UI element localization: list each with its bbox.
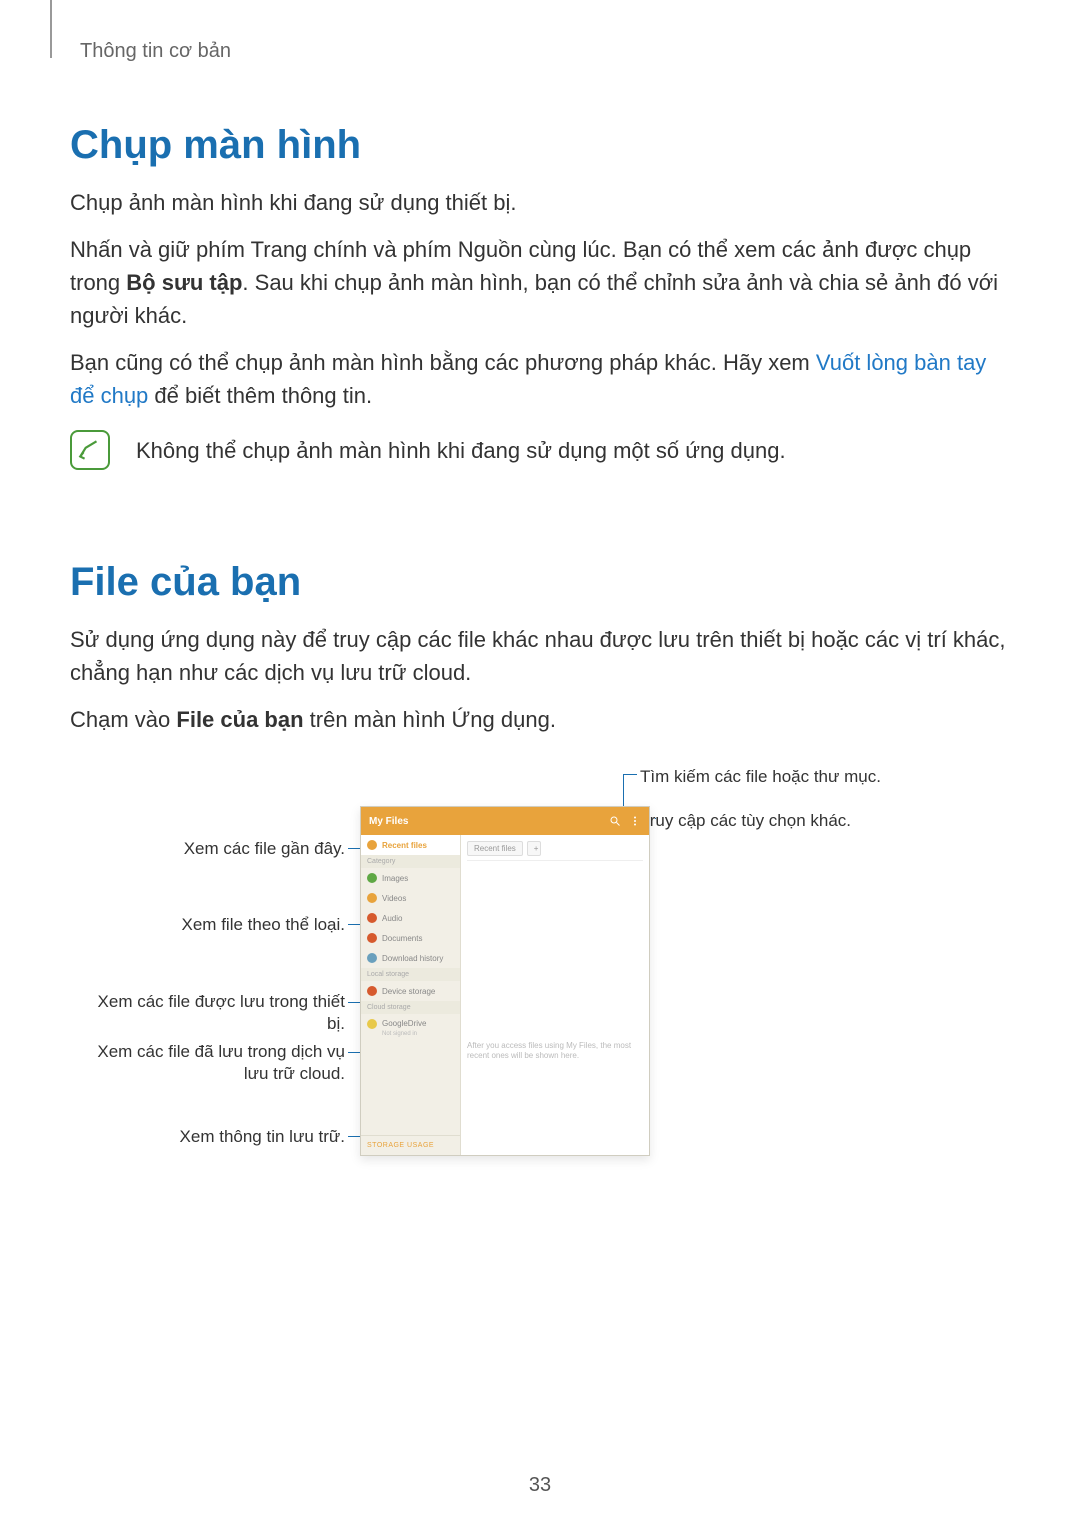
- device-tabs: Recent files +: [467, 841, 643, 861]
- sidebar-item-label: Images: [382, 874, 408, 883]
- text: để biết thêm thông tin.: [148, 383, 372, 408]
- callout-storage-usage: Xem thông tin lưu trữ.: [90, 1126, 345, 1148]
- document-icon: [367, 933, 377, 943]
- callout-more-options: Truy cập các tùy chọn khác.: [640, 810, 970, 832]
- tab-add[interactable]: +: [527, 841, 541, 856]
- page-corner-bar: [50, 0, 52, 58]
- page-number: 33: [0, 1474, 1080, 1497]
- sidebar-section-cloud: Cloud storage: [361, 1001, 460, 1014]
- device-screenshot: My Files Recent files Category Images: [360, 806, 650, 1156]
- main-placeholder-text: After you access files using My Files, t…: [467, 1041, 643, 1062]
- sidebar-item-label: GoogleDrive Not signed in: [382, 1019, 426, 1037]
- clock-icon: [367, 840, 377, 850]
- sidebar-section-category: Category: [361, 855, 460, 868]
- note-icon: [70, 430, 110, 470]
- device-main-panel: Recent files + After you access files us…: [461, 835, 649, 1155]
- sidebar-item-label: Audio: [382, 914, 402, 923]
- app-title: My Files: [369, 816, 408, 827]
- bold-text: File của bạn: [176, 707, 303, 732]
- sidebar-item-device-storage[interactable]: Device storage: [361, 981, 460, 1001]
- callout-recent-files: Xem các file gần đây.: [90, 838, 345, 860]
- heading-myfiles: File của bạn: [70, 560, 1010, 605]
- sidebar-item-label: Videos: [382, 894, 406, 903]
- sidebar-item-recent[interactable]: Recent files: [361, 835, 460, 855]
- breadcrumb: Thông tin cơ bản: [80, 40, 1010, 63]
- more-options-icon[interactable]: [629, 815, 641, 827]
- callout-cloud-storage: Xem các file đã lưu trong dịch vụ lưu tr…: [90, 1041, 345, 1085]
- device-header: My Files: [361, 807, 649, 835]
- paragraph: Chạm vào File của bạn trên màn hình Ứng …: [70, 703, 1010, 736]
- paragraph: Chụp ảnh màn hình khi đang sử dụng thiết…: [70, 186, 1010, 219]
- note-row: Không thể chụp ảnh màn hình khi đang sử …: [70, 430, 1010, 470]
- audio-icon: [367, 913, 377, 923]
- sidebar-item-videos[interactable]: Videos: [361, 888, 460, 908]
- heading-screenshot: Chụp màn hình: [70, 123, 1010, 168]
- storage-icon: [367, 986, 377, 996]
- figure-myfiles: Xem các file gần đây. Xem file theo thể …: [90, 766, 990, 1186]
- tab-recent-files[interactable]: Recent files: [467, 841, 523, 856]
- sidebar-item-audio[interactable]: Audio: [361, 908, 460, 928]
- text: Bạn cũng có thể chụp ảnh màn hình bằng c…: [70, 350, 816, 375]
- video-icon: [367, 893, 377, 903]
- text: trên màn hình Ứng dụng.: [304, 707, 556, 732]
- sidebar-item-googledrive[interactable]: GoogleDrive Not signed in: [361, 1014, 460, 1042]
- lead-line: [655, 818, 656, 819]
- paragraph: Sử dụng ứng dụng này để truy cập các fil…: [70, 623, 1010, 689]
- sidebar-storage-usage[interactable]: STORAGE USAGE: [361, 1135, 460, 1155]
- image-icon: [367, 873, 377, 883]
- sidebar-item-download[interactable]: Download history: [361, 948, 460, 968]
- sidebar-item-images[interactable]: Images: [361, 868, 460, 888]
- sidebar-item-label: Documents: [382, 934, 422, 943]
- sidebar-section-local: Local storage: [361, 968, 460, 981]
- sidebar-item-documents[interactable]: Documents: [361, 928, 460, 948]
- lead-line: [623, 774, 637, 775]
- paragraph: Bạn cũng có thể chụp ảnh màn hình bằng c…: [70, 346, 1010, 412]
- search-icon[interactable]: [609, 815, 621, 827]
- callout-category: Xem file theo thể loại.: [90, 914, 345, 936]
- text: Chạm vào: [70, 707, 176, 732]
- paragraph: Nhấn và giữ phím Trang chính và phím Ngu…: [70, 233, 1010, 332]
- sidebar-item-label: Download history: [382, 954, 443, 963]
- googledrive-icon: [367, 1019, 377, 1029]
- sidebar-item-label: Device storage: [382, 987, 435, 996]
- note-text: Không thể chụp ảnh màn hình khi đang sử …: [136, 434, 786, 467]
- callout-search: Tìm kiếm các file hoặc thư mục.: [640, 766, 970, 788]
- callout-local-storage: Xem các file được lưu trong thiết bị.: [90, 991, 345, 1035]
- sidebar-item-label: Recent files: [382, 841, 427, 850]
- device-sidebar: Recent files Category Images Videos Audi…: [361, 835, 461, 1155]
- download-icon: [367, 953, 377, 963]
- bold-text: Bộ sưu tập: [126, 270, 242, 295]
